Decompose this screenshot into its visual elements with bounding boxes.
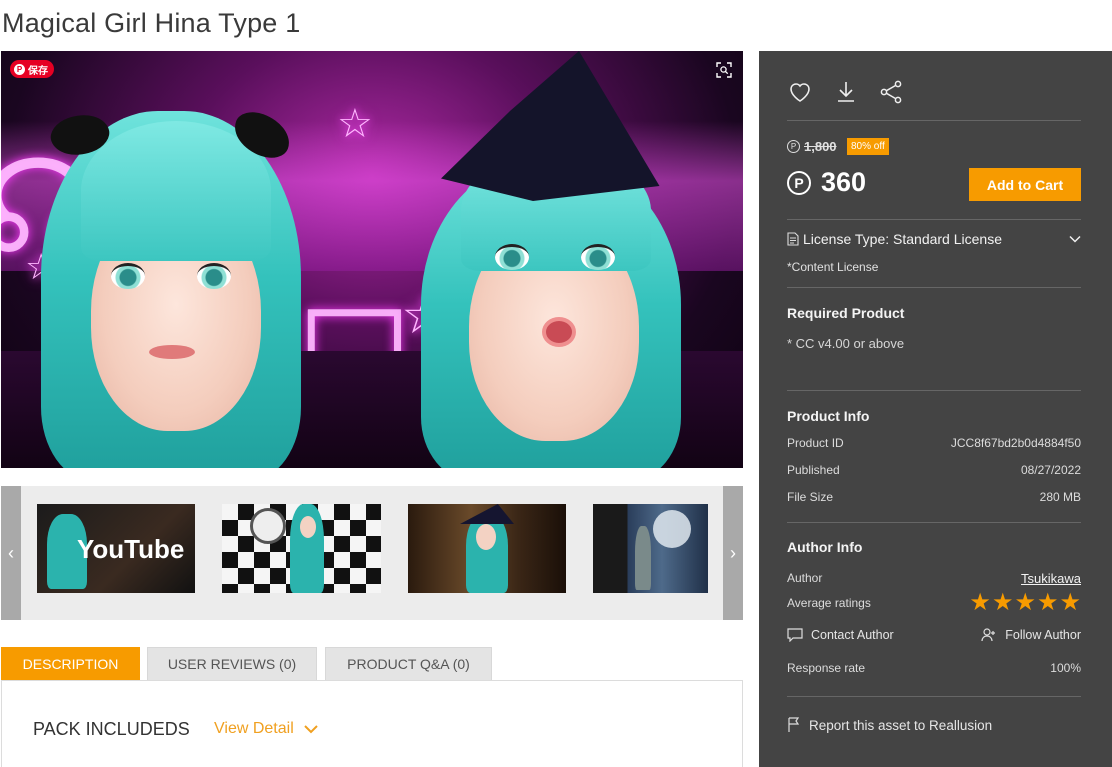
youtube-logo-text: YouTube xyxy=(77,534,185,564)
thumbnail-hat xyxy=(460,504,514,524)
published-label: Published xyxy=(787,463,840,477)
thumbnail-item[interactable] xyxy=(593,504,708,593)
divider xyxy=(787,219,1081,220)
author-name-link[interactable]: Tsukikawa xyxy=(1021,571,1081,586)
published-value: 08/27/2022 xyxy=(1020,463,1081,477)
share-icon[interactable] xyxy=(878,79,904,105)
current-price: P 360 xyxy=(787,167,866,198)
original-price-value: 1,800 xyxy=(804,139,837,154)
thumbnail-carousel: ‹ YouTube › xyxy=(1,486,743,620)
carousel-next-button[interactable]: › xyxy=(723,486,743,620)
moon-icon xyxy=(653,510,691,548)
character-eye xyxy=(495,244,529,270)
required-product-value: * CC v4.00 or above xyxy=(787,336,905,351)
carousel-prev-button[interactable]: ‹ xyxy=(1,486,21,620)
star-icon: ★ xyxy=(1059,589,1081,616)
pack-included-title: PACK INCLUDEDS xyxy=(33,719,190,739)
points-icon: P xyxy=(787,140,800,153)
star-icon: ★ xyxy=(991,589,1014,616)
file-size-label: File Size xyxy=(787,490,834,504)
view-detail-label: View Detail xyxy=(214,720,294,737)
youtube-logo: YouTube xyxy=(77,534,184,565)
points-icon: P xyxy=(787,170,811,195)
thumbnail-figure xyxy=(635,526,651,590)
divider xyxy=(787,287,1081,288)
description-panel: PACK INCLUDEDS View Detail xyxy=(1,680,743,767)
divider xyxy=(787,120,1081,121)
license-dropdown[interactable]: License Type: Standard License xyxy=(787,231,1081,247)
discount-badge: 80% off xyxy=(847,138,889,155)
original-price: P 1,800 xyxy=(787,139,837,154)
divider xyxy=(787,696,1081,697)
tab-product-qa[interactable]: PRODUCT Q&A (0) xyxy=(325,647,492,680)
author-actions-row: Contact Author Follow Author xyxy=(787,628,1081,642)
page-title: Magical Girl Hina Type 1 xyxy=(2,8,301,38)
file-size-value: 280 MB xyxy=(1039,490,1081,504)
thumbnail-item[interactable] xyxy=(408,504,566,593)
divider xyxy=(787,522,1081,523)
chevron-down-icon xyxy=(1069,235,1081,243)
character-eye xyxy=(111,263,145,289)
product-main-image[interactable]: ☊☋ N☐☐ ☆ ☆ ☆ xyxy=(1,51,743,468)
divider xyxy=(787,390,1081,391)
product-id-value: JCC8f67bd2b0d4884f50 xyxy=(950,436,1081,450)
pinterest-save-label: 保存 xyxy=(28,65,48,77)
published-row: Published 08/27/2022 xyxy=(787,463,1081,477)
chevron-down-icon xyxy=(304,725,318,734)
author-row: Author Tsukikawa xyxy=(787,571,1081,586)
add-to-cart-button[interactable]: Add to Cart xyxy=(969,168,1081,201)
product-info-title: Product Info xyxy=(787,408,870,424)
character-mouth xyxy=(149,345,195,359)
document-icon xyxy=(787,232,799,246)
pinterest-save-button[interactable]: P 保存 xyxy=(10,60,54,78)
contact-author-label: Contact Author xyxy=(811,628,894,642)
author-label: Author xyxy=(787,571,823,585)
file-size-row: File Size 280 MB xyxy=(787,490,1081,504)
author-info-title: Author Info xyxy=(787,539,863,555)
star-icon: ★ xyxy=(969,589,991,616)
thumbnail-item[interactable] xyxy=(222,504,381,593)
thumbnail-face xyxy=(476,524,496,550)
report-asset-label: Report this asset to Reallusion xyxy=(809,717,993,733)
product-id-row: Product ID JCC8f67bd2b0d4884f50 xyxy=(787,436,1081,450)
neon-star: ☆ xyxy=(337,102,373,146)
response-rate-value: 100% xyxy=(1050,661,1081,675)
character-eye xyxy=(581,244,615,270)
report-asset-button[interactable]: Report this asset to Reallusion xyxy=(787,717,1081,733)
follow-author-button[interactable]: Follow Author xyxy=(981,628,1081,642)
character-eye xyxy=(197,263,231,289)
tab-description[interactable]: DESCRIPTION xyxy=(1,647,140,680)
license-type-label: License Type: Standard License xyxy=(803,231,1002,247)
clock-icon xyxy=(250,508,286,544)
star-icon: ★ xyxy=(1014,589,1036,616)
contact-author-button[interactable]: Contact Author xyxy=(787,628,894,642)
pinterest-icon: P xyxy=(14,63,25,75)
star-icon: ★ xyxy=(1036,589,1059,616)
character-mouth xyxy=(542,317,576,347)
required-product-title: Required Product xyxy=(787,305,905,321)
response-rate-label: Response rate xyxy=(787,661,866,675)
flag-icon xyxy=(788,717,800,732)
ratings-row: Average ratings ★ ★ ★ ★ ★ xyxy=(787,591,1081,615)
thumbnail-item[interactable]: YouTube xyxy=(37,504,195,593)
follow-user-icon xyxy=(981,628,996,642)
heart-icon[interactable] xyxy=(787,79,813,105)
tab-user-reviews[interactable]: USER REVIEWS (0) xyxy=(147,647,317,680)
current-price-value: 360 xyxy=(821,167,867,197)
rating-stars: ★ ★ ★ ★ ★ xyxy=(969,591,1081,615)
response-rate-row: Response rate 100% xyxy=(787,661,1081,675)
chat-bubble-icon xyxy=(787,628,803,642)
visual-search-icon[interactable] xyxy=(716,62,732,78)
thumbnail-face xyxy=(300,516,316,538)
download-icon[interactable] xyxy=(833,79,859,105)
view-detail-button[interactable]: View Detail xyxy=(214,720,318,738)
license-note: *Content License xyxy=(787,260,879,274)
product-id-label: Product ID xyxy=(787,436,844,450)
ratings-label: Average ratings xyxy=(787,596,871,610)
product-sidebar: P 1,800 80% off P 360 Add to Cart Licens… xyxy=(759,51,1112,767)
follow-author-label: Follow Author xyxy=(1005,628,1081,642)
